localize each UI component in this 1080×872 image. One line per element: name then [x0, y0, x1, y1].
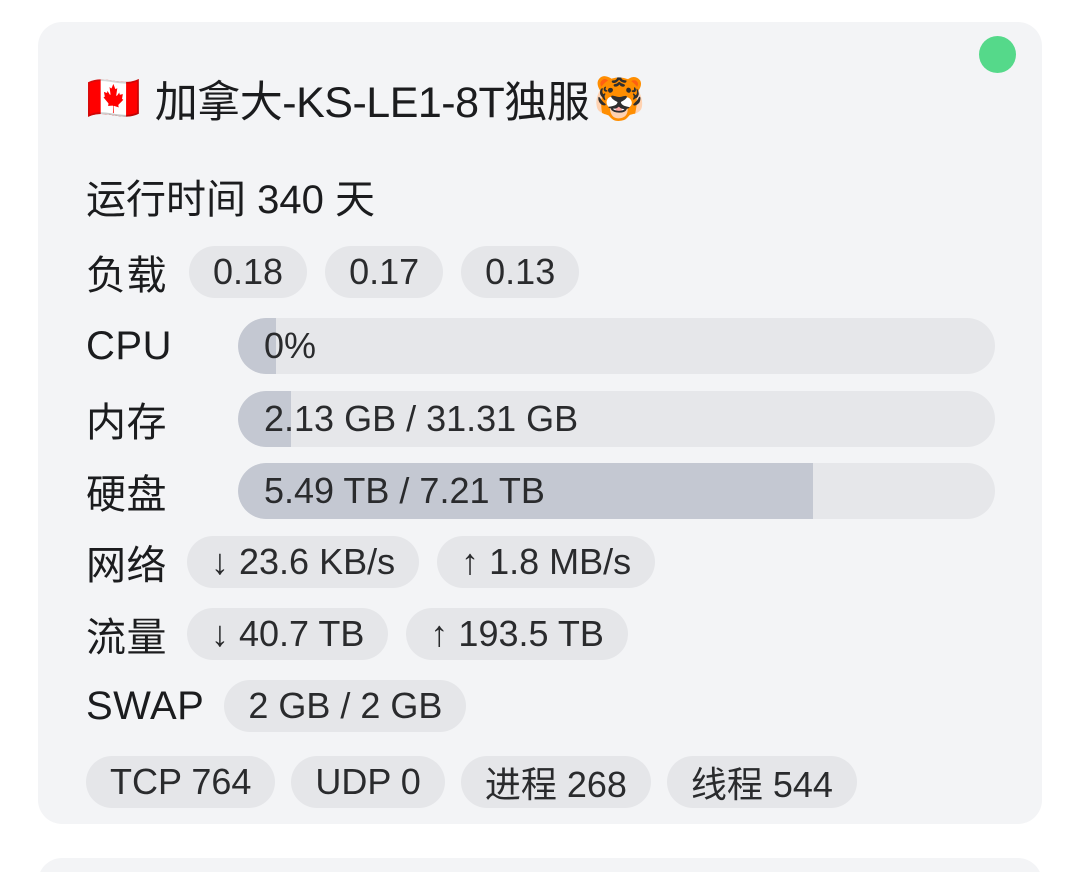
load-5min-value: 0.17 [325, 246, 444, 298]
status-badge-online [979, 36, 1016, 73]
disk-usage-bar: 5.49 TB / 7.21 TB [238, 463, 995, 519]
cpu-usage-bar: 0% [238, 318, 995, 374]
thread-count: 线程 544 [666, 756, 857, 808]
memory-row: 内存 2.13 GB / 31.31 GB [86, 390, 995, 448]
cpu-usage-text: 0% [264, 325, 317, 366]
cpu-row: CPU 0% [86, 318, 995, 374]
disk-row: 硬盘 5.49 TB / 7.21 TB [86, 462, 995, 520]
memory-usage-bar: 2.13 GB / 31.31 GB [238, 391, 995, 447]
process-count: 进程 268 [460, 756, 651, 808]
traffic-label: 流量 [86, 616, 167, 660]
network-download-speed: ↓ 23.6 KB/s [187, 536, 420, 588]
traffic-download-total: ↓ 40.7 TB [187, 608, 389, 660]
server-card[interactable]: 🇨🇦 加拿大-KS-LE1-8T独服 🐯 运行时间 340 天 负载 0.18 … [38, 22, 1042, 824]
disk-label: 硬盘 [86, 473, 167, 517]
load-label: 负载 [86, 254, 167, 298]
load-1min-value: 0.18 [189, 246, 308, 298]
network-upload-speed: ↑ 1.8 MB/s [437, 536, 656, 588]
next-server-card[interactable] [38, 858, 1042, 872]
swap-row: SWAP 2 GB / 2 GB [86, 678, 467, 734]
page-title: 加拿大-KS-LE1-8T独服 [154, 79, 590, 127]
network-label: 网络 [86, 544, 167, 588]
uptime-row: 运行时间 340 天 [86, 168, 375, 224]
disk-usage-text: 5.49 TB / 7.21 TB [264, 470, 545, 511]
uptime-text: 运行时间 340 天 [86, 178, 375, 222]
load-row: 负载 0.18 0.17 0.13 [86, 244, 597, 300]
card-header: 🇨🇦 加拿大-KS-LE1-8T独服 🐯 [86, 66, 1012, 132]
swap-label: SWAP [86, 683, 205, 728]
traffic-upload-total: ↑ 193.5 TB [406, 608, 628, 660]
udp-connections-count: UDP 0 [291, 756, 445, 808]
traffic-row: 流量 ↓ 40.7 TB ↑ 193.5 TB [86, 606, 646, 662]
tcp-connections-count: TCP 764 [86, 756, 276, 808]
memory-label: 内存 [86, 401, 167, 445]
cpu-label: CPU [86, 323, 172, 368]
tiger-face-icon: 🐯 [593, 75, 646, 122]
connections-row: TCP 764 UDP 0 进程 268 线程 544 [86, 754, 873, 810]
server-status-page: 🇨🇦 加拿大-KS-LE1-8T独服 🐯 运行时间 340 天 负载 0.18 … [0, 0, 1080, 872]
swap-usage-text: 2 GB / 2 GB [224, 680, 467, 732]
load-15min-value: 0.13 [461, 246, 580, 298]
memory-usage-text: 2.13 GB / 31.31 GB [264, 398, 579, 439]
canada-flag-icon: 🇨🇦 [86, 74, 141, 123]
network-row: 网络 ↓ 23.6 KB/s ↑ 1.8 MB/s [86, 534, 673, 590]
